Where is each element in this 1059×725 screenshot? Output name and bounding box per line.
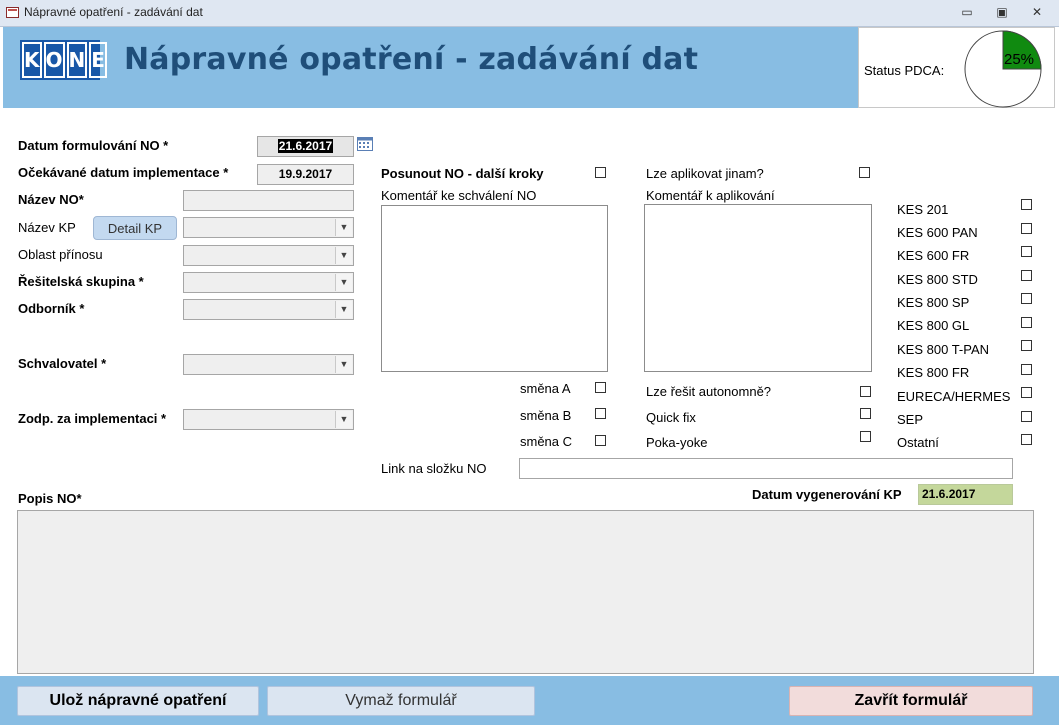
kes-label: KES 800 GL [897,318,970,333]
nazev-kp-label: Název KP [18,220,76,235]
detail-kp-button[interactable]: Detail KP [93,216,177,240]
lze-aplikovat-label: Lze aplikovat jinam? [646,166,764,181]
posunout-checkbox[interactable] [595,167,606,178]
quick-fix-label: Quick fix [646,410,696,425]
datum-vygenerovani-label: Datum vygenerování KP [752,487,902,502]
kes-checkbox[interactable] [1021,270,1032,281]
kes-label: KES 600 FR [897,248,970,263]
kes-label: SEP [897,412,924,427]
kes-label: KES 600 PAN [897,225,978,240]
lze-resit-label: Lze řešit autonomně? [646,384,772,399]
ocekavane-datum-label: Očekávané datum implementace * [18,165,229,180]
close-form-button[interactable]: Zavřít formulář [789,686,1033,716]
logo-letter: N [66,42,88,78]
kone-logo: K O N E [20,40,107,80]
chevron-down-icon[interactable]: ▼ [335,356,352,373]
chevron-down-icon[interactable]: ▼ [335,411,352,428]
kes-checkbox[interactable] [1021,246,1032,257]
datum-vygenerovani-field: 21.6.2017 [918,484,1013,505]
popis-no-textarea[interactable] [17,510,1034,674]
kes-label: KES 800 STD [897,272,978,287]
kes-label: Ostatní [897,435,939,450]
schvalovatel-label: Schvalovatel * [18,356,107,371]
oblast-prinosu-label: Oblast přínosu [18,247,103,262]
lze-resit-checkbox[interactable] [860,386,871,397]
poka-yoke-label: Poka-yoke [646,435,708,450]
chevron-down-icon[interactable]: ▼ [335,301,352,318]
smena-c-label: směna C [520,434,573,449]
logo-letter: E [89,42,107,78]
kes-label: EURECA/HERMES [897,389,1011,404]
minimize-icon[interactable]: ▭ [958,5,976,19]
kes-checkbox[interactable] [1021,340,1032,351]
kes-label: KES 201 [897,202,949,217]
kes-checkbox[interactable] [1021,293,1032,304]
status-pdca-label: Status PDCA: [864,63,945,78]
quick-fix-checkbox[interactable] [860,408,871,419]
calendar-icon[interactable] [357,137,373,151]
datum-formulovani-value: 21.6.2017 [277,139,334,153]
oblast-prinosu-combo[interactable]: ▼ [183,245,354,266]
komentar-aplikovani-textarea[interactable] [644,204,872,372]
kes-label: KES 800 T-PAN [897,342,990,357]
poka-yoke-checkbox[interactable] [860,431,871,442]
save-button[interactable]: Ulož nápravné opatření [17,686,259,716]
posunout-label: Posunout NO - další kroky [381,166,544,181]
chevron-down-icon[interactable]: ▼ [335,274,352,291]
status-percent-text: 25% [1004,51,1034,68]
ocekavane-datum-field[interactable]: 19.9.2017 [257,164,354,185]
komentar-schvaleni-label: Komentář ke schválení NO [381,188,537,203]
nazev-kp-combo[interactable]: ▼ [183,217,354,238]
chevron-down-icon[interactable]: ▼ [335,219,352,236]
lze-aplikovat-checkbox[interactable] [859,167,870,178]
odbornik-label: Odborník * [18,301,85,316]
komentar-aplikovani-label: Komentář k aplikování [646,188,775,203]
kes-checkbox[interactable] [1021,411,1032,422]
datum-formulovani-label: Datum formulování NO * [18,138,169,153]
kes-label: KES 800 SP [897,295,970,310]
form-icon [6,7,19,18]
chevron-down-icon[interactable]: ▼ [335,247,352,264]
kes-checkbox[interactable] [1021,199,1032,210]
resitelska-skupina-label: Řešitelská skupina * [18,274,144,289]
link-slozka-label: Link na složku NO [381,461,487,476]
kes-label: KES 800 FR [897,365,970,380]
datum-formulovani-field[interactable]: 21.6.2017 [257,136,354,157]
kes-checkbox[interactable] [1021,387,1032,398]
logo-letter: K [22,42,42,78]
kes-checkbox[interactable] [1021,223,1032,234]
logo-letter: O [43,42,65,78]
window-title: Nápravné opatření - zadávání dat [24,5,203,19]
status-pie-chart: 25% [964,30,1042,108]
smena-a-checkbox[interactable] [595,382,606,393]
popis-no-label: Popis NO* [18,491,82,506]
zodp-implementaci-label: Zodp. za implementaci * [18,411,167,426]
window-titlebar: Nápravné opatření - zadávání dat [0,0,1059,27]
kes-checkbox[interactable] [1021,317,1032,328]
resitelska-skupina-combo[interactable]: ▼ [183,272,354,293]
nazev-no-field[interactable] [183,190,354,211]
kes-checkbox[interactable] [1021,434,1032,445]
schvalovatel-combo[interactable]: ▼ [183,354,354,375]
link-slozka-input[interactable] [519,458,1013,479]
nazev-no-label: Název NO* [18,192,84,207]
page-title: Nápravné opatření - zadávání dat [124,42,699,77]
smena-b-label: směna B [520,408,572,423]
smena-a-label: směna A [520,381,571,396]
smena-b-checkbox[interactable] [595,408,606,419]
close-icon[interactable]: ✕ [1028,5,1046,19]
restore-icon[interactable]: ▣ [993,5,1011,19]
clear-form-button[interactable]: Vymaž formulář [267,686,535,716]
komentar-schvaleni-textarea[interactable] [381,205,608,372]
kes-checkbox[interactable] [1021,364,1032,375]
zodp-implementaci-combo[interactable]: ▼ [183,409,354,430]
smena-c-checkbox[interactable] [595,435,606,446]
odbornik-combo[interactable]: ▼ [183,299,354,320]
